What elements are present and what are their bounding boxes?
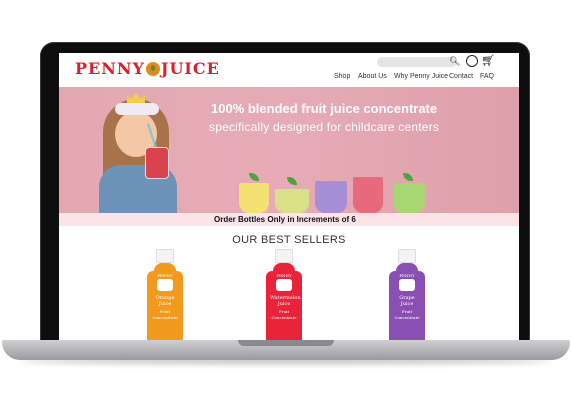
- nav-item-faq[interactable]: FAQ: [480, 73, 494, 80]
- product-type: Fruit Concentrate: [271, 309, 297, 320]
- nav-item-contact[interactable]: Contact: [449, 73, 473, 80]
- juice-glass-apple: [393, 183, 425, 213]
- product-brand: PENNY JUICE: [157, 273, 173, 284]
- mint-leaf: [403, 173, 413, 181]
- bottle-cap: [275, 249, 293, 263]
- juice-glass-grape: [315, 181, 347, 213]
- best-sellers-heading: OUR BEST SELLERS: [232, 234, 346, 246]
- product-name: Grape Juice: [399, 295, 415, 307]
- bottle-body: PENNY JUICE Orange Juice Fruit Concentra…: [147, 271, 183, 340]
- order-banner-text: Order Bottles Only in Increments of 6: [214, 215, 356, 224]
- nav-item-why[interactable]: Why Penny Juice: [394, 73, 448, 80]
- hero-subtitle: specifically designed for childcare cent…: [209, 120, 440, 134]
- juice-glass-berry: [353, 177, 383, 213]
- bottle-cap: [156, 249, 174, 263]
- bottle-neck: [396, 263, 418, 271]
- bottle-body: PENNY JUICE Grape Juice Fruit Concentrat…: [389, 271, 425, 340]
- site-header: PENNY JUICE 🔍︎ 🛒︎ Shop About Us Why Penn…: [59, 53, 519, 87]
- sleep-mask: [115, 103, 159, 115]
- mint-leaf: [249, 173, 259, 181]
- website-screen: PENNY JUICE 🔍︎ 🛒︎ Shop About Us Why Penn…: [59, 53, 519, 340]
- product-orange-juice[interactable]: PENNY JUICE Orange Juice Fruit Concentra…: [147, 249, 183, 340]
- product-grape-juice[interactable]: PENNY JUICE Grape Juice Fruit Concentrat…: [389, 249, 425, 340]
- account-icon[interactable]: [466, 55, 478, 67]
- mint-leaf: [287, 177, 297, 185]
- crown-icon: [127, 93, 145, 103]
- search-input[interactable]: [377, 57, 457, 67]
- search-icon[interactable]: 🔍︎: [449, 56, 460, 67]
- product-name: Orange Juice: [155, 295, 175, 307]
- juice-glass-lemon: [239, 183, 269, 213]
- hero-title: 100% blended fruit juice concentrate: [211, 101, 438, 116]
- cart-icon[interactable]: 🛒︎: [481, 54, 495, 67]
- nav-item-shop[interactable]: Shop: [334, 73, 350, 80]
- hero-banner: 100% blended fruit juice concentrate spe…: [59, 87, 519, 213]
- order-banner: Order Bottles Only in Increments of 6: [59, 213, 519, 226]
- laptop-mockup: PENNY JUICE 🔍︎ 🛒︎ Shop About Us Why Penn…: [0, 0, 572, 404]
- product-watermelon-juice[interactable]: PENNY JUICE Watermelon Juice Fruit Conce…: [266, 249, 302, 340]
- juice-glass-lime: [275, 189, 309, 213]
- juice-jar: [145, 147, 169, 179]
- product-type: Fruit Concentrate: [394, 309, 420, 320]
- bottle-neck: [273, 263, 295, 271]
- product-brand: PENNY JUICE: [276, 273, 292, 284]
- product-brand: PENNY JUICE: [399, 273, 415, 284]
- bottle-cap: [398, 249, 416, 263]
- main-nav: Shop About Us Why Penny Juice Contact FA…: [59, 73, 519, 85]
- product-name: Watermelon Juice: [270, 295, 301, 307]
- bottle-body: PENNY JUICE Watermelon Juice Fruit Conce…: [266, 271, 302, 340]
- bottle-neck: [154, 263, 176, 271]
- laptop-notch: [238, 340, 334, 346]
- nav-item-about[interactable]: About Us: [358, 73, 387, 80]
- product-type: Fruit Concentrate: [152, 309, 178, 320]
